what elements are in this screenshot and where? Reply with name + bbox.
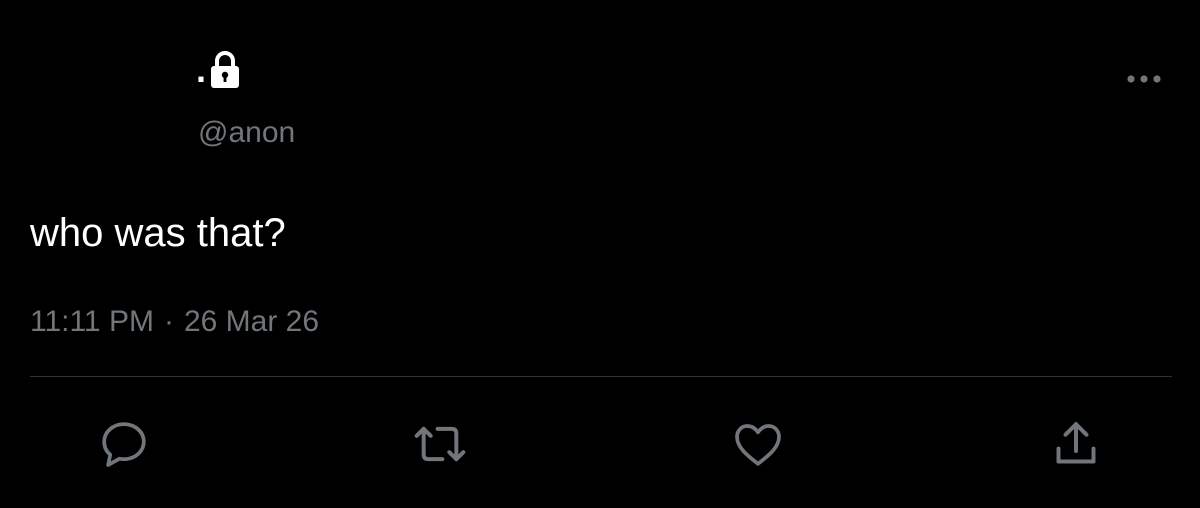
reply-icon: [102, 422, 146, 467]
share-icon: [1056, 422, 1096, 464]
tweet-time[interactable]: 11:11 PM: [30, 305, 154, 338]
tweet-date[interactable]: 26 Mar 26: [184, 305, 319, 338]
reply-button[interactable]: [94, 414, 154, 474]
retweet-button[interactable]: [410, 414, 470, 474]
tweet-text: who was that?: [30, 211, 286, 255]
divider: [30, 376, 1172, 377]
tweet-metadata: 11:11 PM · 26 Mar 26: [30, 302, 319, 342]
meta-separator: ·: [163, 305, 174, 338]
retweet-icon: [414, 426, 466, 462]
share-button[interactable]: [1046, 414, 1106, 474]
more-options-button[interactable]: [1122, 64, 1166, 94]
more-dots-icon: [1127, 75, 1161, 83]
author-handle[interactable]: @anon: [198, 115, 295, 151]
lock-icon: [208, 50, 242, 90]
like-button[interactable]: [728, 414, 788, 474]
tweet-detail: . @anon who was that? 11:11 PM · 26 Mar 26: [0, 0, 1200, 508]
author-name-row[interactable]: .: [196, 48, 242, 92]
author-display-name[interactable]: .: [196, 52, 206, 88]
heart-icon: [735, 424, 781, 466]
